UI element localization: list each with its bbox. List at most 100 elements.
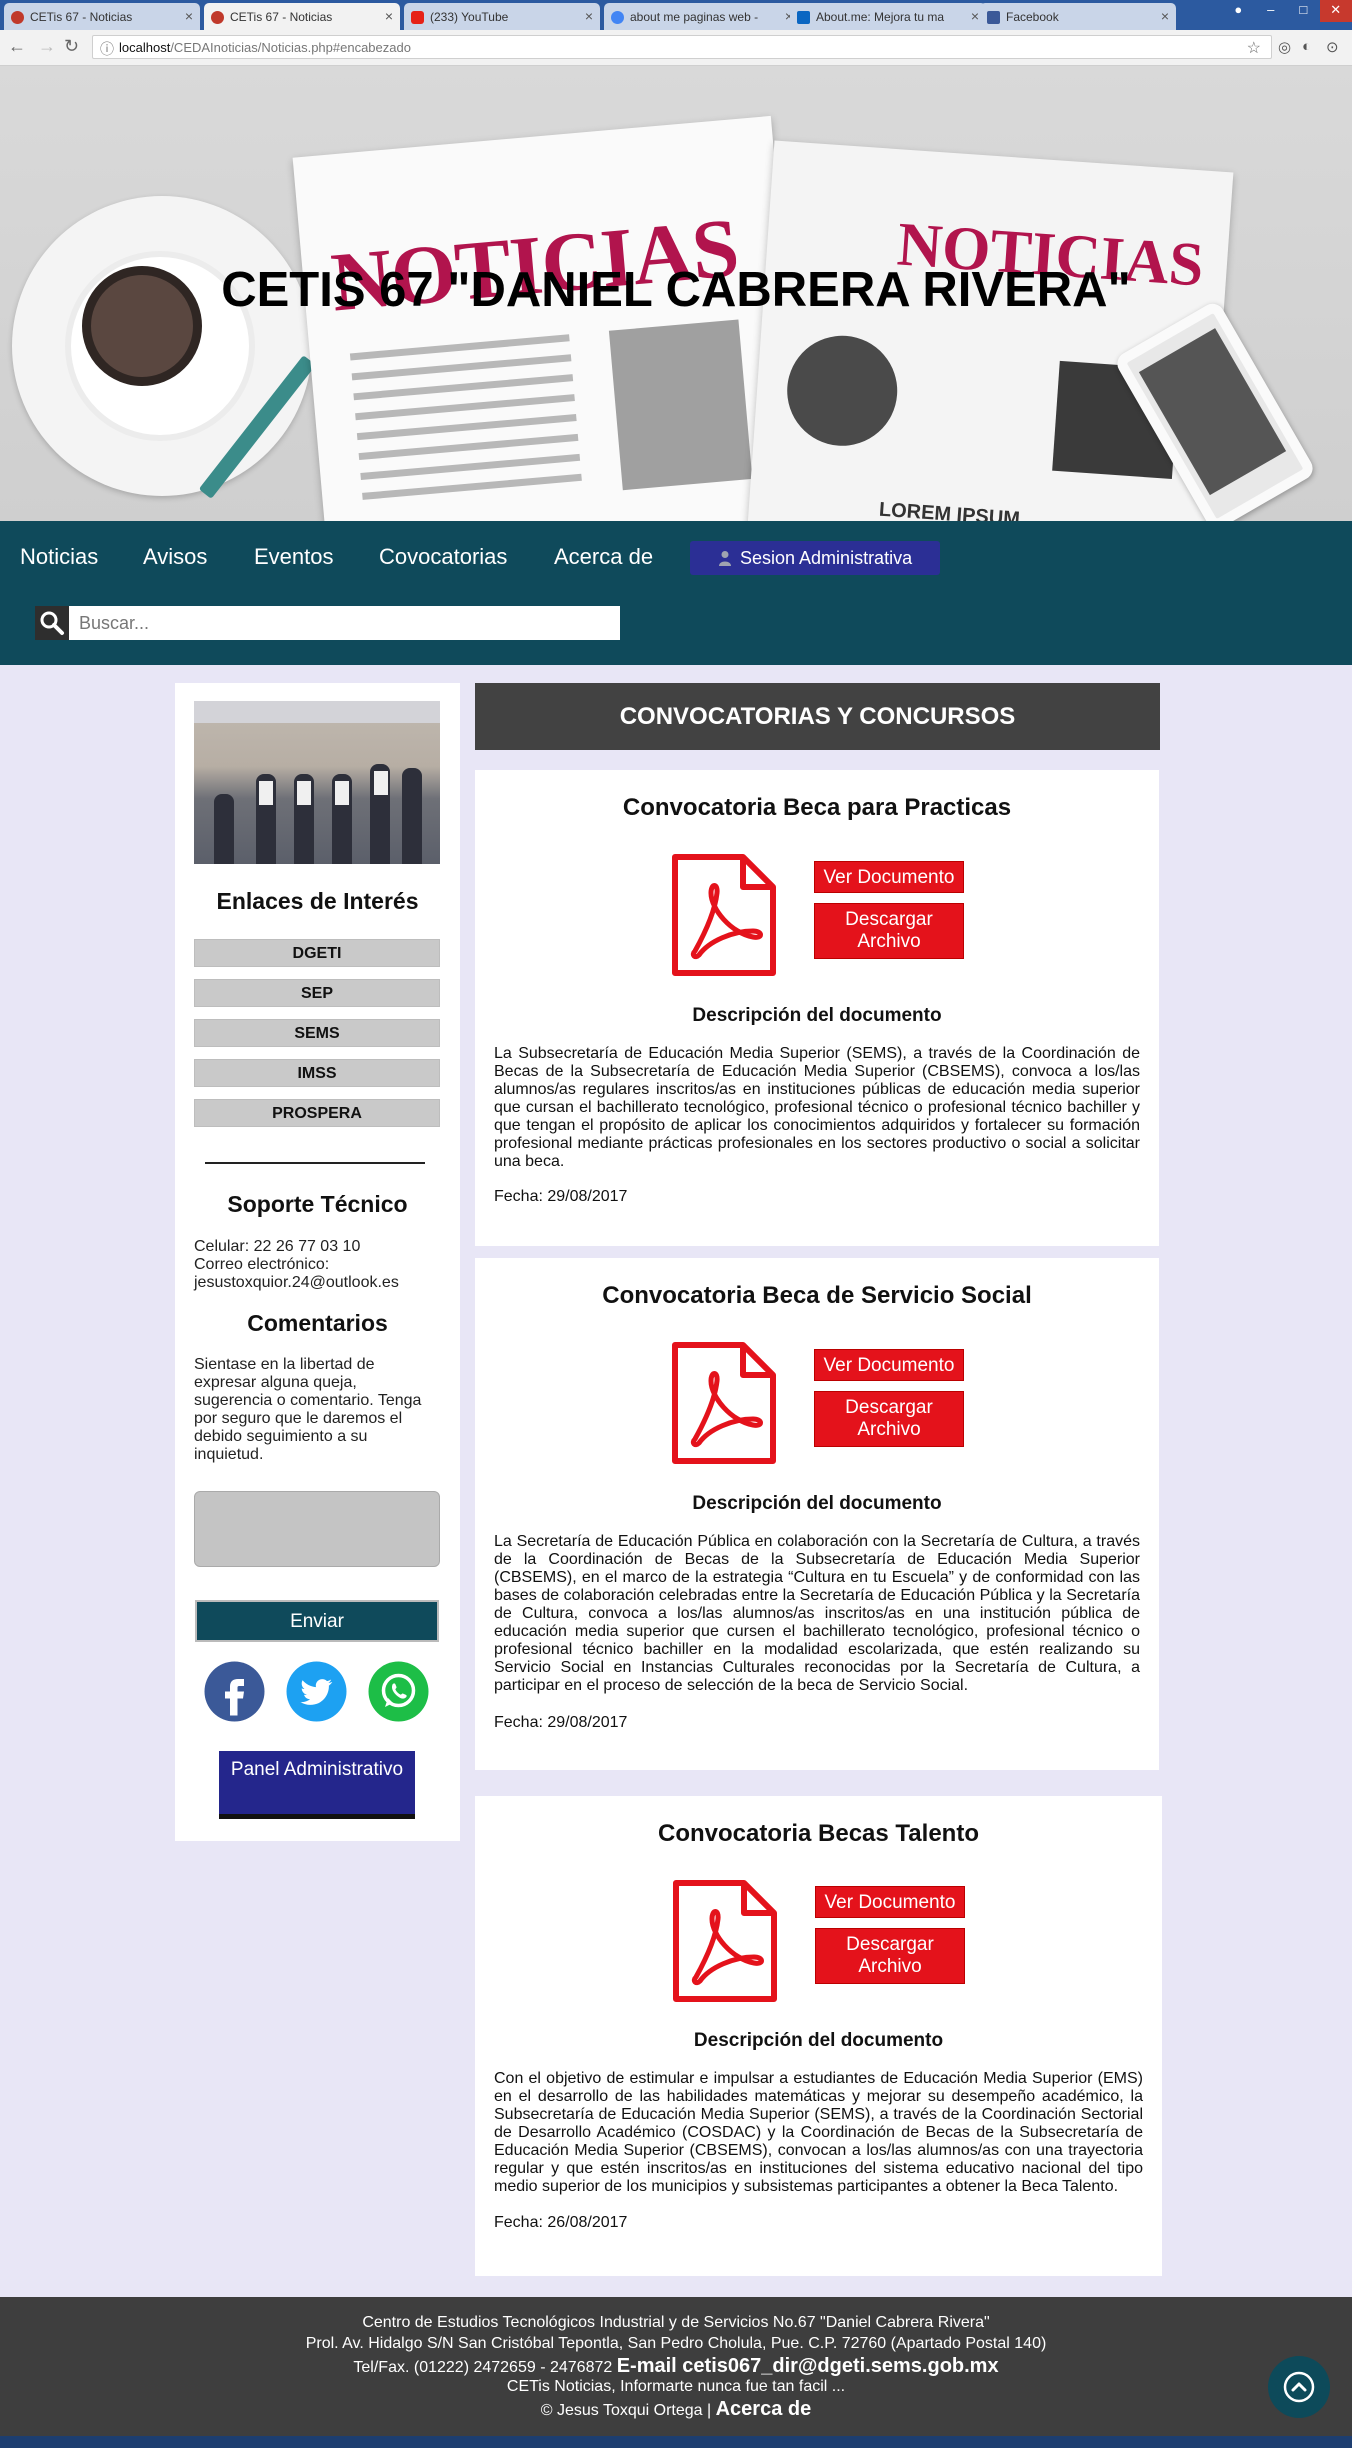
nav-avisos[interactable]: Avisos <box>143 544 207 570</box>
download-file-button[interactable]: Descargar Archivo <box>815 1928 965 1984</box>
link-sems[interactable]: SEMS <box>194 1019 440 1047</box>
support-title: Soporte Técnico <box>227 1191 408 1217</box>
document-date: Fecha: 29/08/2017 <box>494 1188 628 1205</box>
globe-icon <box>783 332 901 450</box>
browser-tab[interactable]: (233) YouTube × <box>404 3 600 30</box>
tab-label: CETis 67 - Noticias <box>230 10 333 24</box>
tab-close-icon[interactable]: × <box>385 8 393 24</box>
comment-textarea[interactable] <box>194 1491 440 1567</box>
download-file-button[interactable]: Descargar Archivo <box>814 903 964 959</box>
extension-icon[interactable]: ◎ <box>1278 38 1291 56</box>
nav-eventos[interactable]: Eventos <box>254 544 334 570</box>
link-sep[interactable]: SEP <box>194 979 440 1007</box>
send-button[interactable]: Enviar <box>195 1600 439 1642</box>
description-text: La Secretaría de Educación Pública en co… <box>494 1533 1140 1694</box>
user-icon[interactable]: ● <box>1222 0 1255 22</box>
link-dgeti[interactable]: DGETI <box>194 939 440 967</box>
pdf-icon[interactable] <box>671 1341 777 1465</box>
admin-session-label: Sesion Administrativa <box>740 548 913 568</box>
link-imss[interactable]: IMSS <box>194 1059 440 1087</box>
footer-tel: Tel/Fax. (01222) 2472659 - 2476872 <box>353 2359 613 2376</box>
document-date: Fecha: 29/08/2017 <box>494 1714 628 1731</box>
support-email-label: Correo electrónico: <box>194 1256 330 1273</box>
tab-favicon-icon <box>611 11 624 24</box>
view-document-button[interactable]: Ver Documento <box>815 1886 965 1918</box>
browser-tab[interactable]: About.me: Mejora tu ma × <box>790 3 986 30</box>
view-document-button[interactable]: Ver Documento <box>814 861 964 893</box>
footer: Centro de Estudios Tecnológicos Industri… <box>0 2297 1352 2436</box>
facebook-icon[interactable] <box>204 1661 265 1722</box>
back-icon[interactable]: ← <box>8 36 26 57</box>
tab-favicon-icon <box>211 11 224 24</box>
tab-close-icon[interactable]: × <box>1161 8 1169 24</box>
main-nav: Noticias Avisos Eventos Covocatorias Ace… <box>0 521 1352 665</box>
extension-icon[interactable]: ⊙ <box>1326 38 1339 56</box>
divider <box>205 1162 425 1164</box>
tent-shape <box>194 701 440 723</box>
description-title: Descripción del documento <box>692 1493 942 1514</box>
document-date: Fecha: 26/08/2017 <box>494 2214 628 2231</box>
whatsapp-icon[interactable] <box>368 1661 429 1722</box>
footer-email[interactable]: E-mail cetis067_dir@dgeti.sems.gob.mx <box>617 2355 999 2377</box>
footer-address: Prol. Av. Hidalgo S/N San Cristóbal Tepo… <box>305 2335 1047 2352</box>
tab-close-icon[interactable]: × <box>585 8 593 24</box>
search-icon[interactable] <box>35 606 69 640</box>
shirt-shape <box>335 781 349 805</box>
tab-favicon-icon <box>411 11 424 24</box>
lorem-text: LOREM IPSUM <box>878 498 1021 521</box>
browser-tab[interactable]: CETis 67 - Noticias × <box>4 3 200 30</box>
link-prospera[interactable]: PROSPERA <box>194 1099 440 1127</box>
shirt-shape <box>259 781 273 805</box>
sidebar: Enlaces de Interés DGETI SEP SEMS IMSS P… <box>175 683 460 1841</box>
address-bar-row: ← → ↻ ⓘ localhost/CEDAInoticias/Noticias… <box>0 30 1352 66</box>
url-path: /CEDAInoticias/Noticias.php#encabezado <box>170 40 411 55</box>
convocatoria-card: Convocatoria Becas Talento Ver Documento… <box>475 1796 1162 2276</box>
site-title: CETIS 67 "DANIEL CABRERA RIVERA" <box>221 263 1131 317</box>
pdf-icon[interactable] <box>672 1879 778 2003</box>
description-text: La Subsecretaría de Educación Media Supe… <box>494 1045 1140 1170</box>
info-icon[interactable]: ⓘ <box>100 39 114 59</box>
shirt-shape <box>297 781 311 805</box>
browser-tab[interactable]: about me paginas web - × <box>604 3 800 30</box>
minimize-icon[interactable]: – <box>1255 0 1288 22</box>
forward-icon[interactable]: → <box>38 36 56 57</box>
footer-school-name: Centro de Estudios Tecnológicos Industri… <box>362 2314 990 2331</box>
url-host: localhost <box>119 40 171 55</box>
description-text: Con el objetivo de estimular e impulsar … <box>494 2070 1143 2195</box>
comments-title: Comentarios <box>247 1310 388 1336</box>
tab-close-icon[interactable]: × <box>185 8 193 24</box>
tab-label: CETis 67 - Noticias <box>30 10 133 24</box>
footer-about-link[interactable]: Acerca de <box>716 2398 812 2420</box>
browser-tabbar: CETis 67 - Noticias × CETis 67 - Noticia… <box>0 0 1352 30</box>
card-title: Convocatoria Becas Talento <box>658 1820 979 1847</box>
maximize-icon[interactable]: □ <box>1287 0 1320 22</box>
view-document-button[interactable]: Ver Documento <box>814 1349 964 1381</box>
nav-noticias[interactable]: Noticias <box>20 544 98 570</box>
user-icon <box>719 551 731 566</box>
tab-label: about me paginas web - <box>630 10 759 24</box>
footer-copyright-row: © Jesus Toxqui Ortega | Acerca de <box>0 2398 1352 2421</box>
scroll-to-top-button[interactable] <box>1268 2356 1330 2418</box>
person-shape <box>214 794 234 864</box>
admin-session-button[interactable]: Sesion Administrativa <box>690 541 940 575</box>
nav-convocatorias[interactable]: Covocatorias <box>379 544 507 570</box>
browser-tab-active[interactable]: CETis 67 - Noticias × <box>204 3 400 30</box>
footer-copyright: © Jesus Toxqui Ortega | <box>540 2402 712 2419</box>
close-window-icon[interactable]: ✕ <box>1319 0 1352 22</box>
nav-acerca-de[interactable]: Acerca de <box>554 544 653 570</box>
admin-panel-button[interactable]: Panel Administrativo <box>219 1751 415 1819</box>
pdf-icon[interactable] <box>671 853 777 977</box>
download-file-button[interactable]: Descargar Archivo <box>814 1391 964 1447</box>
tab-close-icon[interactable]: × <box>971 8 979 24</box>
footer-slogan: CETis Noticias, Informarte nunca fue tan… <box>506 2378 846 2395</box>
bookmark-star-icon[interactable]: ☆ <box>1247 38 1261 58</box>
twitter-icon[interactable] <box>286 1661 347 1722</box>
tab-label: Facebook <box>1006 10 1059 24</box>
url-field[interactable]: ⓘ localhost/CEDAInoticias/Noticias.php#e… <box>92 35 1272 59</box>
convocatoria-card: Convocatoria Beca para Practicas Ver Doc… <box>475 770 1159 1246</box>
support-phone: Celular: 22 26 77 03 10 <box>194 1238 361 1255</box>
reload-icon[interactable]: ↻ <box>64 36 79 57</box>
search-input[interactable] <box>69 606 620 640</box>
extension-icon[interactable]: ◐ <box>1302 38 1311 55</box>
browser-tab[interactable]: Facebook × <box>980 3 1176 30</box>
